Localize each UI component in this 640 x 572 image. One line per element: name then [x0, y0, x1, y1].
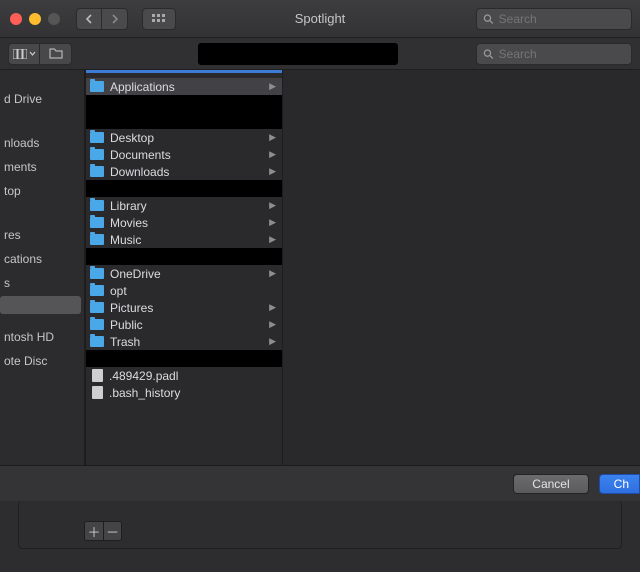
folder-row[interactable]: opt: [86, 282, 282, 299]
dialog-search[interactable]: [476, 43, 632, 65]
sidebar-item[interactable]: ote Disc: [0, 350, 84, 372]
remove-button[interactable]: －: [103, 522, 121, 540]
sidebar-item[interactable]: top: [0, 180, 84, 202]
redacted-row: [86, 95, 282, 129]
grid-view-button[interactable]: [142, 8, 176, 30]
titlebar-search-input[interactable]: [499, 12, 625, 26]
redacted-row: [86, 350, 282, 367]
folder-row[interactable]: Library▶: [86, 197, 282, 214]
folder-row[interactable]: Applications▶: [86, 78, 282, 95]
folder-icon: [90, 268, 104, 279]
file-column[interactable]: Applications▶Desktop▶Documents▶Downloads…: [85, 70, 283, 465]
dialog-button-row: Cancel Ch: [0, 465, 640, 501]
sidebar-item[interactable]: res: [0, 224, 84, 246]
chevron-right-icon: ▶: [269, 336, 276, 347]
chevron-right-icon: ▶: [269, 217, 276, 228]
folder-icon: [90, 81, 104, 92]
add-remove-group: ＋ －: [84, 521, 122, 541]
folder-icon: [90, 132, 104, 143]
folder-icon: [90, 217, 104, 228]
file-icon: [92, 386, 103, 399]
nav-forward-button[interactable]: [102, 8, 128, 30]
dialog-search-input[interactable]: [499, 47, 625, 61]
folder-icon: [90, 200, 104, 211]
spotlight-prefs-lower: ＋ － Keyboard Shortcuts... About Search &…: [0, 501, 640, 572]
dialog-body: d Drive nloads ments top res cations s n…: [0, 70, 640, 465]
sidebar-item[interactable]: s: [0, 272, 84, 294]
folder-view-button[interactable]: [40, 43, 72, 65]
choose-button[interactable]: Ch: [599, 474, 640, 494]
item-label: Desktop: [110, 131, 269, 145]
item-label: OneDrive: [110, 267, 269, 281]
minimize-window-button[interactable]: [29, 13, 41, 25]
item-label: Pictures: [110, 301, 269, 315]
sidebar-item[interactable]: nloads: [0, 132, 84, 154]
zoom-window-button[interactable]: [48, 13, 60, 25]
sidebar-item[interactable]: ntosh HD: [0, 326, 84, 348]
redacted-row: [86, 180, 282, 197]
search-icon: [483, 13, 494, 25]
folder-icon: [90, 336, 104, 347]
folder-icon: [90, 149, 104, 160]
cancel-button[interactable]: Cancel: [513, 474, 588, 494]
folder-row[interactable]: Desktop▶: [86, 129, 282, 146]
chevron-right-icon: ▶: [269, 302, 276, 313]
item-label: Trash: [110, 335, 269, 349]
titlebar: Spotlight: [0, 0, 640, 38]
nav-back-button[interactable]: [76, 8, 102, 30]
sidebar: d Drive nloads ments top res cations s n…: [0, 70, 85, 465]
redacted-row: [86, 248, 282, 265]
file-icon: [92, 369, 103, 382]
chevron-right-icon: ▶: [269, 319, 276, 330]
add-button[interactable]: ＋: [85, 522, 103, 540]
column-view-button[interactable]: [8, 43, 40, 65]
item-label: .489429.padl: [109, 369, 276, 383]
folder-icon: [90, 166, 104, 177]
folder-icon: [90, 302, 104, 313]
chevron-right-icon: ▶: [269, 234, 276, 245]
item-label: opt: [110, 284, 276, 298]
item-label: Downloads: [110, 165, 269, 179]
item-label: Music: [110, 233, 269, 247]
toolbar: [0, 38, 640, 70]
search-icon: [483, 48, 494, 60]
titlebar-search[interactable]: [476, 8, 632, 30]
folder-row[interactable]: Public▶: [86, 316, 282, 333]
sidebar-item-selected[interactable]: [0, 296, 81, 314]
item-label: Movies: [110, 216, 269, 230]
folder-row[interactable]: Trash▶: [86, 333, 282, 350]
column-browser: Applications▶Desktop▶Documents▶Downloads…: [85, 70, 640, 465]
folder-icon: [90, 285, 104, 296]
nav-group: [76, 8, 128, 30]
folder-row[interactable]: OneDrive▶: [86, 265, 282, 282]
item-label: Applications: [110, 80, 269, 94]
folder-icon: [90, 319, 104, 330]
chevron-right-icon: ▶: [269, 132, 276, 143]
chevron-right-icon: ▶: [269, 268, 276, 279]
chevron-right-icon: ▶: [269, 81, 276, 92]
item-label: Library: [110, 199, 269, 213]
chevron-right-icon: ▶: [269, 166, 276, 177]
item-label: .bash_history: [109, 386, 276, 400]
folder-row[interactable]: Downloads▶: [86, 163, 282, 180]
item-label: Public: [110, 318, 269, 332]
chevron-right-icon: ▶: [269, 200, 276, 211]
window-controls: [8, 13, 60, 25]
chevron-right-icon: ▶: [269, 149, 276, 160]
folder-row[interactable]: Music▶: [86, 231, 282, 248]
folder-row[interactable]: Pictures▶: [86, 299, 282, 316]
folder-icon: [90, 234, 104, 245]
sidebar-item[interactable]: ments: [0, 156, 84, 178]
path-redacted: [198, 43, 398, 65]
file-row[interactable]: .489429.padl: [86, 367, 282, 384]
view-segment: [8, 43, 72, 65]
file-row[interactable]: .bash_history: [86, 384, 282, 401]
folder-row[interactable]: Documents▶: [86, 146, 282, 163]
preview-column: [283, 70, 640, 465]
sidebar-item[interactable]: cations: [0, 248, 84, 270]
item-label: Documents: [110, 148, 269, 162]
folder-row[interactable]: Movies▶: [86, 214, 282, 231]
close-window-button[interactable]: [10, 13, 22, 25]
sidebar-item[interactable]: d Drive: [0, 88, 84, 110]
